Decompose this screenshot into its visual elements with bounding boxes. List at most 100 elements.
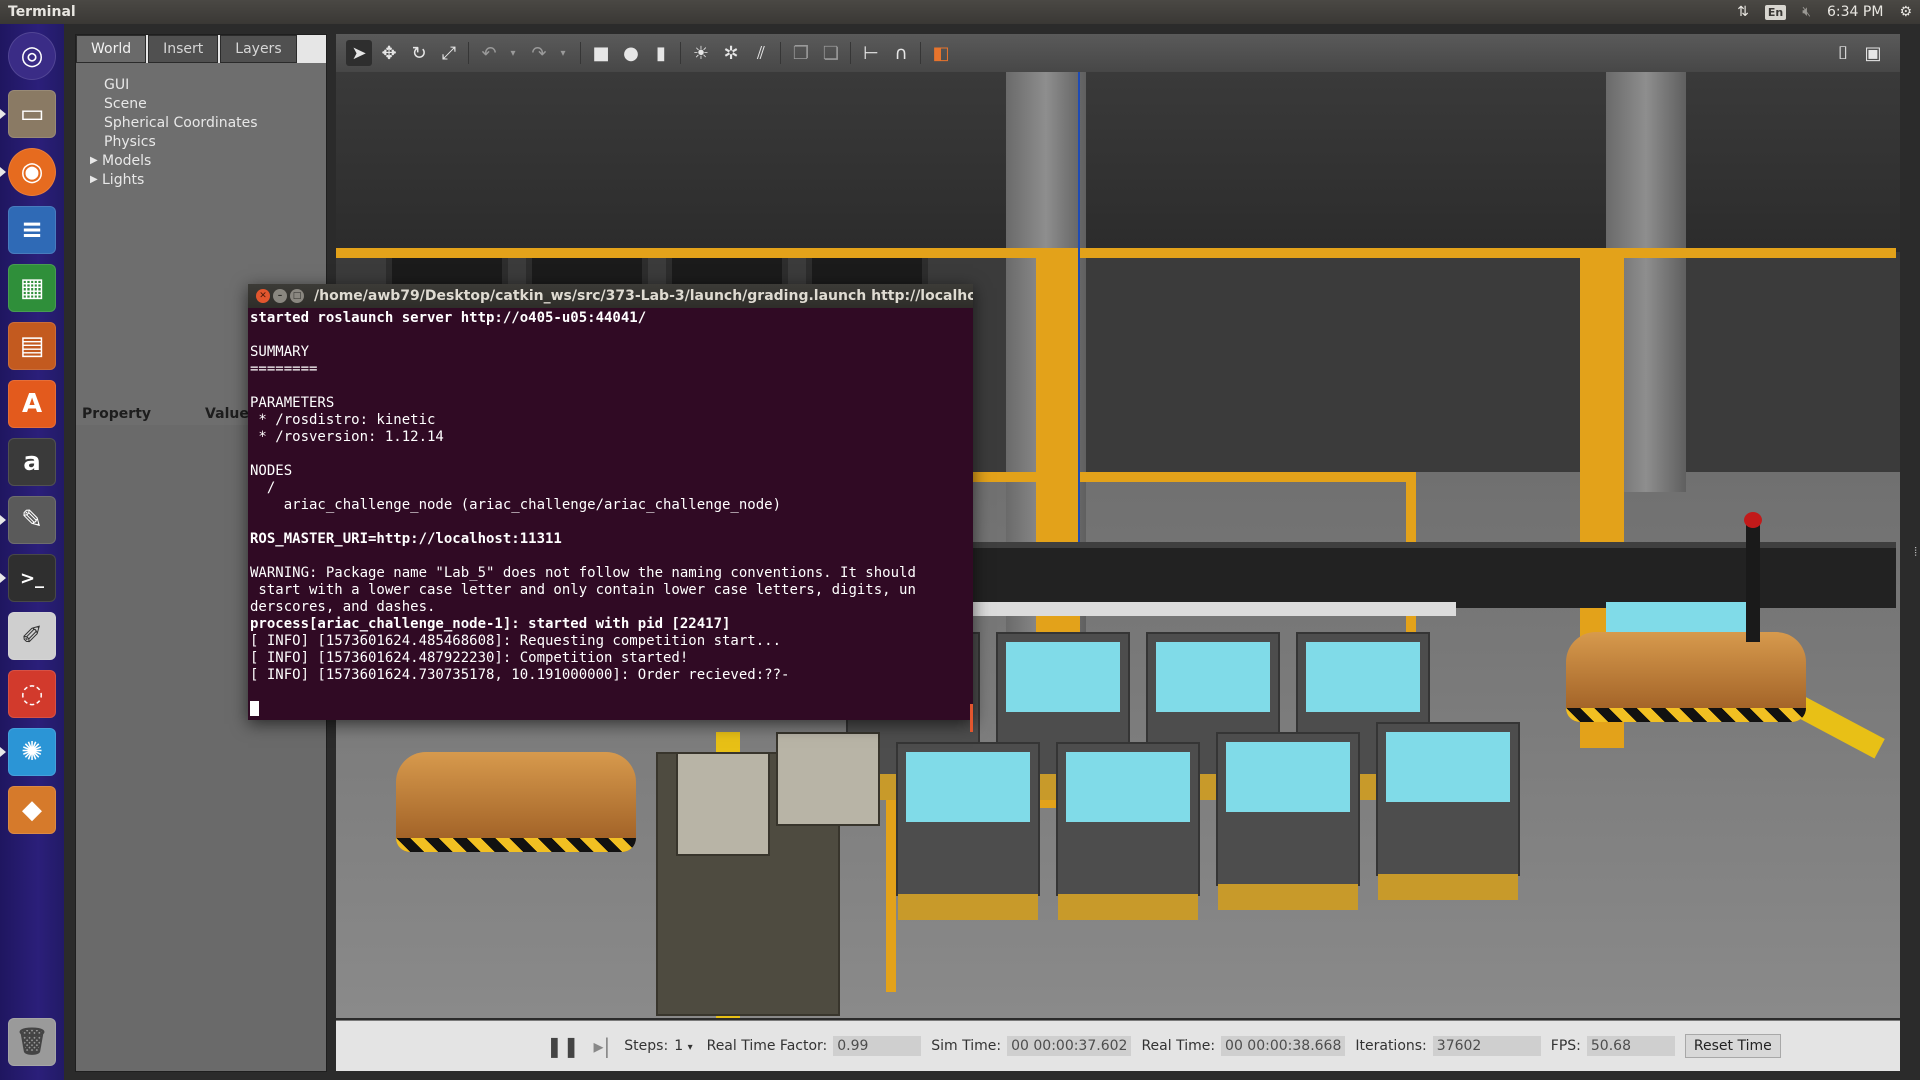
steps-spinbox[interactable]: 1 ▾ bbox=[674, 1038, 692, 1054]
terminal-line: WARNING: Package name "Lab_5" does not f… bbox=[250, 565, 916, 581]
select-arrow-icon[interactable]: ➤ bbox=[346, 40, 372, 66]
snap-icon[interactable]: ∩ bbox=[888, 40, 914, 66]
tab-layers[interactable]: Layers bbox=[220, 35, 297, 63]
terminal-line: started roslaunch server http://o405-u05… bbox=[250, 310, 647, 326]
store-icon[interactable]: A bbox=[8, 380, 56, 428]
folder-icon[interactable]: ▭ bbox=[8, 90, 56, 138]
trash-icon[interactable]: 🗑︎ bbox=[8, 1018, 56, 1066]
minimize-icon[interactable]: – bbox=[273, 289, 287, 303]
bin-tray bbox=[1386, 732, 1510, 802]
world-tree: GUI Scene Spherical Coordinates Physics … bbox=[76, 75, 326, 189]
translate-icon[interactable]: ✥ bbox=[376, 40, 402, 66]
close-icon[interactable]: ✕ bbox=[256, 289, 270, 303]
terminal-line: derscores, and dashes. bbox=[250, 599, 436, 615]
running-indicator bbox=[0, 573, 6, 583]
redo-dropdown-icon[interactable]: ▾ bbox=[550, 40, 576, 66]
point-light-icon[interactable]: ☀ bbox=[688, 40, 714, 66]
hazard-stripe bbox=[1566, 708, 1806, 722]
directional-light-icon[interactable]: ⫽ bbox=[748, 40, 774, 66]
redo-icon[interactable]: ↷ bbox=[526, 40, 552, 66]
box-shape-icon[interactable]: ■ bbox=[588, 40, 614, 66]
tree-item-label: Physics bbox=[104, 133, 156, 150]
rail-bar bbox=[896, 602, 1456, 616]
terminal-output[interactable]: started roslaunch server http://o405-u05… bbox=[250, 310, 965, 718]
pencil-icon[interactable]: ✐ bbox=[8, 612, 56, 660]
tab-world[interactable]: World bbox=[76, 35, 147, 63]
bin-tray bbox=[1006, 642, 1120, 712]
box-icon[interactable]: ◆ bbox=[8, 786, 56, 834]
part-bin bbox=[1216, 732, 1360, 910]
running-indicator bbox=[0, 747, 6, 757]
tree-item-physics[interactable]: Physics bbox=[76, 132, 326, 151]
presentation-icon[interactable]: ▤ bbox=[8, 322, 56, 370]
amazon-icon[interactable]: a bbox=[8, 438, 56, 486]
reset-time-button[interactable]: Reset Time bbox=[1684, 1034, 1781, 1058]
gazebo-toolbar: ➤ ✥ ↻ ⤢ ↶ ▾ ↷ ▾ ■ ● ▮ ☀ ✲ ⫽ ❐ ❏ ⊢ ∩ ◧ ⌷ … bbox=[336, 34, 1900, 73]
bin-tray bbox=[1226, 742, 1350, 812]
terminal-scrollbar[interactable] bbox=[970, 704, 973, 732]
camera-icon[interactable]: ⌷ bbox=[1830, 40, 1856, 66]
tree-item-models[interactable]: ▶ Models bbox=[76, 151, 326, 170]
expand-arrow-icon[interactable]: ▶ bbox=[90, 155, 102, 166]
tools-icon[interactable]: ✎ bbox=[8, 496, 56, 544]
terminal-title: /home/awb79/Desktop/catkin_ws/src/373-La… bbox=[314, 288, 973, 304]
reader-icon[interactable]: ◌ bbox=[8, 670, 56, 718]
maximize-icon[interactable]: □ bbox=[290, 289, 304, 303]
clock[interactable]: 6:34 PM bbox=[1827, 4, 1883, 20]
spot-light-icon[interactable]: ✲ bbox=[718, 40, 744, 66]
tree-item-spherical-coordinates[interactable]: Spherical Coordinates bbox=[76, 113, 326, 132]
bin-tray bbox=[1306, 642, 1420, 712]
agv-robot bbox=[396, 752, 636, 852]
align-icon[interactable]: ⊢ bbox=[858, 40, 884, 66]
chevron-down-icon[interactable]: ▾ bbox=[688, 1042, 693, 1053]
terminal-window[interactable]: ✕ – □ /home/awb79/Desktop/catkin_ws/src/… bbox=[248, 284, 973, 732]
tree-item-gui[interactable]: GUI bbox=[76, 75, 326, 94]
property-column-header[interactable]: Property bbox=[76, 403, 199, 425]
sphere-shape-icon[interactable]: ● bbox=[618, 40, 644, 66]
volume-muted-icon[interactable]: 🔇︎ bbox=[1802, 4, 1811, 20]
terminal-cursor bbox=[250, 701, 259, 716]
copy-icon[interactable]: ❐ bbox=[788, 40, 814, 66]
tab-insert[interactable]: Insert bbox=[148, 35, 219, 63]
scale-icon[interactable]: ⤢ bbox=[436, 40, 462, 66]
paste-icon[interactable]: ❏ bbox=[818, 40, 844, 66]
document-icon[interactable]: ≡ bbox=[8, 206, 56, 254]
gazebo-icon[interactable]: ✺ bbox=[8, 728, 56, 776]
pause-icon[interactable]: ❚❚ bbox=[546, 1034, 580, 1058]
rotate-icon[interactable]: ↻ bbox=[406, 40, 432, 66]
steps-label: Steps: bbox=[624, 1038, 669, 1054]
tree-item-lights[interactable]: ▶ Lights bbox=[76, 170, 326, 189]
network-icon[interactable]: ⇅ bbox=[1737, 4, 1749, 20]
cylinder-shape-icon[interactable]: ▮ bbox=[648, 40, 674, 66]
spreadsheet-icon[interactable]: ▦ bbox=[8, 264, 56, 312]
change-view-icon[interactable]: ◧ bbox=[928, 40, 954, 66]
toolbar-separator bbox=[920, 42, 921, 64]
simulation-status-bar: ❚❚ ▸| Steps: 1 ▾ Real Time Factor: 0.99 … bbox=[336, 1020, 1900, 1071]
fps-label: FPS: bbox=[1550, 1038, 1581, 1054]
terminal-icon[interactable]: >_ bbox=[8, 554, 56, 602]
panel-resize-handle[interactable]: ⦙ bbox=[1914, 545, 1917, 560]
tree-item-label: Models bbox=[102, 152, 152, 169]
tree-item-scene[interactable]: Scene bbox=[76, 94, 326, 113]
terminal-line: [ INFO] [1573601624.730735178, 10.191000… bbox=[250, 667, 790, 683]
gear-icon[interactable]: ⚙ bbox=[1899, 4, 1912, 20]
terminal-titlebar[interactable]: ✕ – □ /home/awb79/Desktop/catkin_ws/src/… bbox=[248, 284, 973, 308]
keyboard-layout-indicator[interactable]: En bbox=[1764, 4, 1787, 20]
toolbar-separator bbox=[780, 42, 781, 64]
control-panel-buttons bbox=[776, 732, 880, 826]
terminal-line: * /rosdistro: kinetic bbox=[250, 412, 436, 428]
expand-arrow-icon[interactable]: ▶ bbox=[90, 174, 102, 185]
signal-light bbox=[1744, 512, 1762, 528]
dash-icon[interactable]: ◎ bbox=[8, 32, 56, 80]
steps-value: 1 bbox=[674, 1038, 684, 1054]
firefox-icon[interactable]: ◉ bbox=[8, 148, 56, 196]
step-icon[interactable]: ▸| bbox=[594, 1034, 611, 1058]
record-video-icon[interactable]: ▣ bbox=[1860, 40, 1886, 66]
undo-icon[interactable]: ↶ bbox=[476, 40, 502, 66]
robot-axis-line bbox=[1078, 72, 1080, 542]
undo-dropdown-icon[interactable]: ▾ bbox=[500, 40, 526, 66]
toolbar-separator bbox=[680, 42, 681, 64]
